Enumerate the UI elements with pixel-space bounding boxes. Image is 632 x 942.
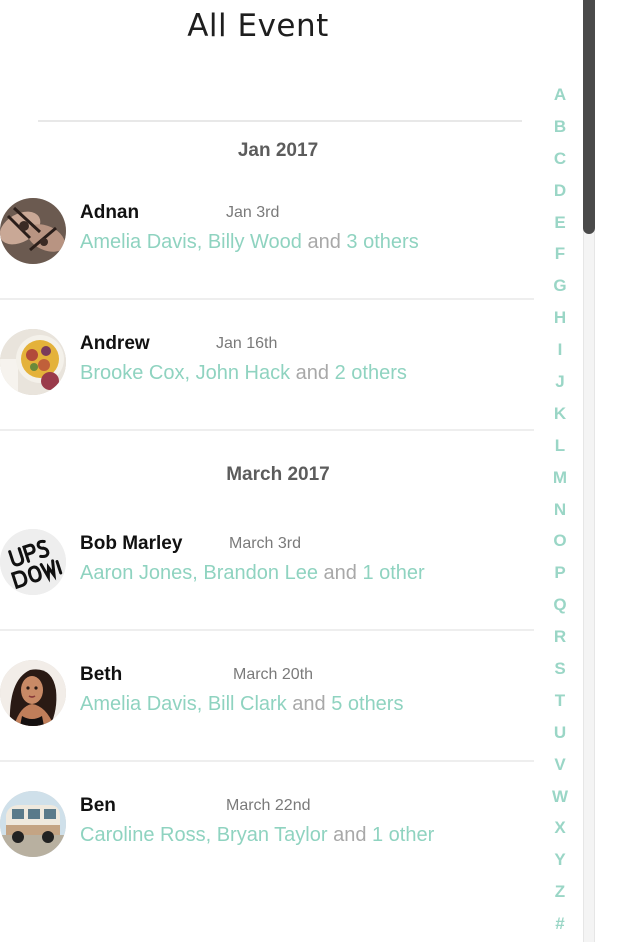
attendee-others-link[interactable]: 2 others bbox=[335, 362, 407, 384]
attendee-conjunction: and bbox=[327, 824, 372, 846]
index-letter-e[interactable]: E bbox=[540, 212, 580, 244]
attendee-names-link[interactable]: Amelia Davis, Bill Clark bbox=[80, 693, 287, 715]
index-letter-x[interactable]: X bbox=[540, 817, 580, 849]
index-letter-s[interactable]: S bbox=[540, 658, 580, 690]
index-letter-f[interactable]: F bbox=[540, 243, 580, 275]
index-letter-b[interactable]: B bbox=[540, 116, 580, 148]
food-bowl-photo-icon bbox=[0, 329, 66, 395]
event-date: Jan 3rd bbox=[226, 204, 280, 221]
event-date: March 22nd bbox=[226, 797, 311, 814]
attendee-conjunction: and bbox=[286, 693, 332, 715]
attendee-conjunction: and bbox=[290, 362, 335, 384]
attendee-others-link[interactable]: 1 other bbox=[372, 824, 434, 846]
tattoo-photo-icon bbox=[0, 198, 66, 264]
attendee-names-link[interactable]: Caroline Ross, Bryan Taylor bbox=[80, 824, 328, 846]
event-organizer-name: Andrew bbox=[80, 333, 150, 354]
event-attendees: Amelia Davis, Billy Wood and 3 others bbox=[80, 231, 419, 254]
event-organizer-name: Bob Marley bbox=[80, 533, 183, 554]
page-title: All Event bbox=[187, 8, 329, 44]
attendee-conjunction: and bbox=[317, 562, 363, 584]
index-letter-c[interactable]: C bbox=[540, 148, 580, 180]
index-letter-l[interactable]: L bbox=[540, 435, 580, 467]
index-letter-k[interactable]: K bbox=[540, 403, 580, 435]
index-letter-a[interactable]: A bbox=[540, 84, 580, 116]
attendee-others-link[interactable]: 5 others bbox=[331, 693, 403, 715]
index-letter-g[interactable]: G bbox=[540, 275, 580, 307]
attendee-conjunction: and bbox=[301, 231, 347, 253]
event-row-bob-marley[interactable]: Bob Marley March 3rd Aaron Jones, Brando… bbox=[0, 527, 534, 597]
event-organizer-name: Ben bbox=[80, 795, 116, 816]
index-letter-n[interactable]: N bbox=[540, 499, 580, 531]
event-row-beth[interactable]: Beth March 20th Amelia Davis, Bill Clark… bbox=[0, 658, 534, 728]
row-divider bbox=[0, 298, 534, 300]
index-letter-p[interactable]: P bbox=[540, 562, 580, 594]
event-date: March 3rd bbox=[229, 535, 302, 552]
row-divider bbox=[0, 429, 534, 431]
index-letter-r[interactable]: R bbox=[540, 626, 580, 658]
event-organizer-name: Adnan bbox=[80, 202, 140, 223]
section-header-march-2017: March 2017 bbox=[226, 464, 330, 485]
alphabet-index: A B C D E F G H I J K L M N O P Q R S T U V W X Y Z # bbox=[540, 84, 580, 942]
row-divider bbox=[0, 760, 534, 762]
index-letter-d[interactable]: D bbox=[540, 180, 580, 212]
event-attendees: Aaron Jones, Brandon Lee and 1 other bbox=[80, 562, 425, 585]
index-letter-u[interactable]: U bbox=[540, 722, 580, 754]
title-divider bbox=[38, 120, 522, 122]
event-attendees: Caroline Ross, Bryan Taylor and 1 other bbox=[80, 824, 434, 847]
index-letter-hash[interactable]: # bbox=[540, 913, 580, 942]
event-attendees: Brooke Cox, John Hack and 2 others bbox=[80, 362, 407, 385]
event-row-adnan[interactable]: Adnan Jan 3rd Amelia Davis, Billy Wood a… bbox=[0, 196, 534, 266]
ups-downs-logo-icon bbox=[0, 529, 66, 595]
woman-portrait-icon bbox=[0, 660, 66, 726]
index-letter-w[interactable]: W bbox=[540, 786, 580, 818]
index-letter-y[interactable]: Y bbox=[540, 849, 580, 881]
attendee-names-link[interactable]: Brooke Cox, John Hack bbox=[80, 362, 290, 384]
attendee-names-link[interactable]: Aaron Jones, Brandon Lee bbox=[80, 562, 318, 584]
event-attendees: Amelia Davis, Bill Clark and 5 others bbox=[80, 693, 403, 716]
index-letter-i[interactable]: I bbox=[540, 339, 580, 371]
index-letter-m[interactable]: M bbox=[540, 467, 580, 499]
camper-van-photo-icon bbox=[0, 791, 66, 857]
event-organizer-name: Beth bbox=[80, 664, 123, 685]
event-date: March 20th bbox=[233, 666, 314, 683]
index-letter-v[interactable]: V bbox=[540, 754, 580, 786]
event-row-andrew[interactable]: Andrew Jan 16th Brooke Cox, John Hack an… bbox=[0, 327, 534, 397]
event-date: Jan 16th bbox=[216, 335, 278, 352]
index-letter-j[interactable]: J bbox=[540, 371, 580, 403]
section-header-jan-2017: Jan 2017 bbox=[237, 140, 319, 161]
index-letter-t[interactable]: T bbox=[540, 690, 580, 722]
event-row-ben[interactable]: Ben March 22nd Caroline Ross, Bryan Tayl… bbox=[0, 789, 534, 859]
attendee-others-link[interactable]: 3 others bbox=[346, 231, 418, 253]
attendee-names-link[interactable]: Amelia Davis, Billy Wood bbox=[80, 231, 302, 253]
row-divider bbox=[0, 629, 534, 631]
app-screen: All Event Jan 2017 Adnan Jan 3rd Amelia … bbox=[0, 0, 632, 942]
index-letter-z[interactable]: Z bbox=[540, 881, 580, 913]
index-letter-o[interactable]: O bbox=[540, 530, 580, 562]
index-letter-h[interactable]: H bbox=[540, 307, 580, 339]
scrollbar-thumb[interactable] bbox=[583, 0, 595, 234]
attendee-others-link[interactable]: 1 other bbox=[362, 562, 424, 584]
index-letter-q[interactable]: Q bbox=[540, 594, 580, 626]
